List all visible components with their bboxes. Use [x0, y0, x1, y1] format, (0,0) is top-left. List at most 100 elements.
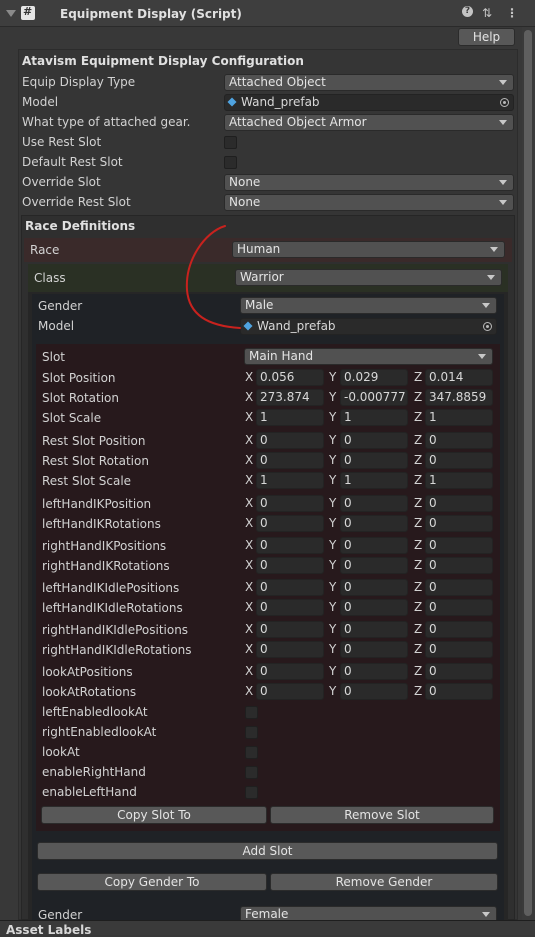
gender-label: Gender [38, 299, 83, 313]
y-value-field[interactable]: 0 [340, 683, 408, 700]
model-object-field[interactable]: Wand_prefab [224, 94, 514, 111]
asset-labels-bar[interactable]: Asset Labels [0, 920, 535, 937]
toggle-checkbox[interactable] [245, 766, 258, 779]
remove-gender-button[interactable]: Remove Gender [270, 873, 498, 891]
z-value-field[interactable]: 1 [425, 409, 493, 426]
x-value-field[interactable]: 0 [256, 663, 324, 680]
z-value-field[interactable]: 0 [425, 663, 493, 680]
z-value-field[interactable]: 0.014 [425, 369, 493, 386]
z-value-field[interactable]: 1 [425, 472, 493, 489]
y-value-field[interactable]: 0 [340, 663, 408, 680]
toggle-checkbox[interactable] [245, 706, 258, 719]
enable-checkbox[interactable]: # [21, 5, 35, 20]
preset-icon[interactable]: ⇅ [482, 5, 492, 21]
y-value-field[interactable]: 0 [340, 452, 408, 469]
z-axis-label: Z [414, 622, 423, 636]
x-axis-label: X [245, 642, 254, 656]
copy-gender-button[interactable]: Copy Gender To [37, 873, 267, 891]
chevron-down-icon [482, 303, 490, 308]
z-value-field[interactable]: 0 [425, 515, 493, 532]
z-value-field[interactable]: 347.8859 [425, 389, 493, 406]
toggle-checkbox[interactable] [245, 786, 258, 799]
y-value-field[interactable]: 1 [340, 472, 408, 489]
x-value-field[interactable]: 0 [256, 432, 324, 449]
component-header[interactable]: # Equipment Display (Script) ? ⇅ ⋮ [0, 0, 535, 27]
gender-model-object-field[interactable]: Wand_prefab [240, 318, 497, 335]
copy-slot-button[interactable]: Copy Slot To [41, 806, 267, 824]
foldout-arrow-icon[interactable] [6, 10, 16, 17]
x-value-field[interactable]: 0 [256, 621, 324, 638]
chevron-down-icon [499, 200, 507, 205]
z-value-field[interactable]: 0 [425, 579, 493, 596]
context-menu-icon[interactable]: ⋮ [506, 5, 518, 21]
z-value-field[interactable]: 0 [425, 452, 493, 469]
x-value-field[interactable]: 0 [256, 557, 324, 574]
y-axis-label: Y [329, 642, 337, 656]
help-button[interactable]: Help [458, 28, 515, 46]
use-rest-slot-label: Use Rest Slot [22, 135, 102, 149]
use-rest-slot-checkbox[interactable] [224, 136, 237, 149]
gender-model-label: Model [38, 319, 75, 333]
x-value-field[interactable]: 0 [256, 641, 324, 658]
y-value-field[interactable]: 0.029 [340, 369, 408, 386]
z-value-field[interactable]: 0 [425, 641, 493, 658]
object-picker-icon[interactable] [500, 98, 509, 107]
toggle-checkbox[interactable] [245, 746, 258, 759]
z-value-field[interactable]: 0 [425, 495, 493, 512]
remove-slot-button[interactable]: Remove Slot [270, 806, 494, 824]
y-axis-label: Y [329, 580, 337, 594]
x-value-field[interactable]: 0 [256, 495, 324, 512]
class-dropdown[interactable]: Warrior [235, 269, 502, 286]
x-value-field[interactable]: 0 [256, 579, 324, 596]
x-axis-label: X [245, 580, 254, 594]
z-axis-label: Z [414, 453, 423, 467]
z-value-field[interactable]: 0 [425, 537, 493, 554]
x-axis-label: X [245, 433, 254, 447]
y-value-field[interactable]: 0 [340, 557, 408, 574]
default-rest-slot-label: Default Rest Slot [22, 155, 123, 169]
toggle-checkbox[interactable] [245, 726, 258, 739]
race-dropdown[interactable]: Human [232, 241, 505, 258]
y-value-field[interactable]: 0 [340, 599, 408, 616]
y-value-field[interactable]: 0 [340, 495, 408, 512]
z-value-field[interactable]: 0 [425, 621, 493, 638]
component-title: Equipment Display (Script) [60, 7, 242, 21]
y-value-field[interactable]: 0 [340, 621, 408, 638]
add-slot-button[interactable]: Add Slot [37, 842, 498, 860]
gender-dropdown[interactable]: Male [240, 297, 497, 314]
y-value-field[interactable]: 0 [340, 537, 408, 554]
y-value-field[interactable]: 0 [340, 641, 408, 658]
x-value-field[interactable]: 0 [256, 599, 324, 616]
x-value-field[interactable]: 0 [256, 515, 324, 532]
vector-label: leftHandIKPosition [42, 497, 152, 511]
equip-display-type-dropdown[interactable]: Attached Object [224, 74, 514, 91]
slot-dropdown[interactable]: Main Hand [244, 348, 493, 365]
z-value-field[interactable]: 0 [425, 557, 493, 574]
x-value-field[interactable]: 1 [256, 472, 324, 489]
scrollbar-thumb[interactable] [524, 30, 532, 916]
x-value-field[interactable]: 273.874 [256, 389, 324, 406]
y-axis-label: Y [329, 622, 337, 636]
x-value-field[interactable]: 0 [256, 537, 324, 554]
z-value-field[interactable]: 0 [425, 683, 493, 700]
vector-label: rightHandIKIdleRotations [42, 643, 192, 657]
y-axis-label: Y [329, 684, 337, 698]
y-value-field[interactable]: -0.000777 [340, 389, 408, 406]
x-value-field[interactable]: 0 [256, 452, 324, 469]
override-slot-label: Override Slot [22, 175, 101, 189]
x-value-field[interactable]: 0.056 [256, 369, 324, 386]
default-rest-slot-checkbox[interactable] [224, 156, 237, 169]
override-slot-dropdown[interactable]: None [224, 174, 514, 191]
object-picker-icon[interactable] [483, 322, 492, 331]
y-value-field[interactable]: 0 [340, 432, 408, 449]
z-value-field[interactable]: 0 [425, 599, 493, 616]
y-value-field[interactable]: 1 [340, 409, 408, 426]
help-icon[interactable]: ? [462, 6, 473, 17]
attached-gear-dropdown[interactable]: Attached Object Armor [224, 114, 514, 131]
x-value-field[interactable]: 0 [256, 683, 324, 700]
override-rest-slot-dropdown[interactable]: None [224, 194, 514, 211]
y-value-field[interactable]: 0 [340, 579, 408, 596]
y-value-field[interactable]: 0 [340, 515, 408, 532]
x-value-field[interactable]: 1 [256, 409, 324, 426]
z-value-field[interactable]: 0 [425, 432, 493, 449]
